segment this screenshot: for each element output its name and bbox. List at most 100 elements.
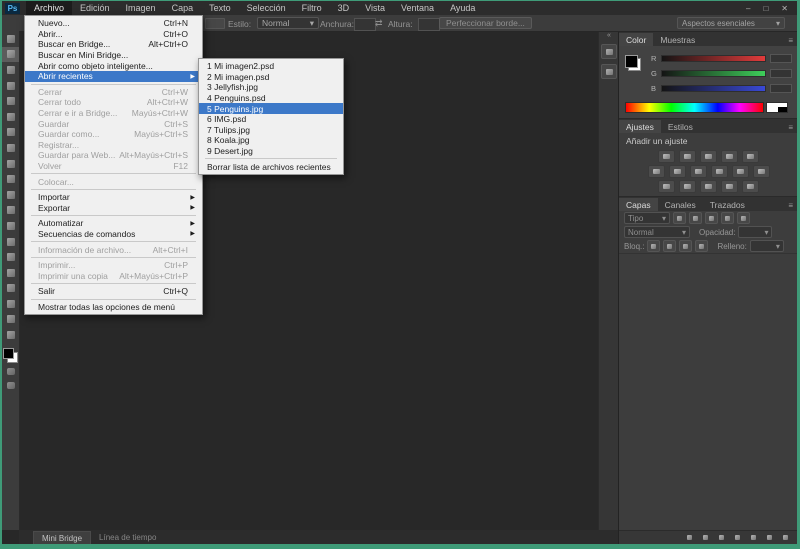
file-menu-item-buscar-en-mini-bridge[interactable]: Buscar en Mini Bridge... — [25, 50, 202, 61]
screen-mode-button[interactable] — [2, 379, 19, 393]
bottom-tab-mini-bridge[interactable]: Mini Bridge — [33, 530, 92, 544]
layer-mask-button[interactable] — [716, 533, 726, 542]
delete-layer-button[interactable] — [780, 533, 790, 542]
refine-edge-button[interactable]: Perfeccionar borde... — [439, 17, 532, 29]
file-menu-item-abrir[interactable]: Abrir... Ctrl+O — [25, 29, 202, 40]
file-menu-item-cerrar-todo[interactable]: Cerrar todo Alt+Ctrl+W — [25, 97, 202, 108]
file-menu-item-información-de-archivo[interactable]: Información de archivo... Alt+Ctrl+I — [25, 244, 202, 255]
workspace-switcher[interactable]: Aspectos esenciales ▾ — [677, 17, 785, 29]
file-menu-item-abrir-como-objeto-inteligente[interactable]: Abrir como objeto inteligente... — [25, 60, 202, 71]
properties-panel-button[interactable] — [601, 44, 617, 59]
layer-effects-button[interactable] — [700, 533, 710, 542]
shape-tool[interactable] — [2, 296, 19, 312]
layers-list-empty[interactable] — [619, 253, 797, 530]
channel-slider-r[interactable] — [661, 55, 766, 62]
selective-color-adjustment-button[interactable] — [742, 180, 759, 193]
eraser-tool[interactable] — [2, 187, 19, 203]
menubar-item-filtro[interactable]: Filtro — [294, 1, 330, 15]
pen-tool[interactable] — [2, 249, 19, 265]
recent-file-item-9[interactable]: 9 Desert.jpg — [199, 146, 343, 157]
new-layer-button[interactable] — [764, 533, 774, 542]
file-menu-item-cerrar-e-ir-a-bridge[interactable]: Cerrar e ir a Bridge... Mayús+Ctrl+W — [25, 108, 202, 119]
file-menu-item-guardar-como[interactable]: Guardar como... Mayús+Ctrl+S — [25, 129, 202, 140]
file-menu-item-secuencias-de-comandos[interactable]: Secuencias de comandos ▶ — [25, 229, 202, 240]
file-menu-item-guardar[interactable]: Guardar Ctrl+S — [25, 118, 202, 129]
type-tool[interactable] — [2, 265, 19, 281]
file-menu-item-guardar-para-web[interactable]: Guardar para Web... Alt+Mayús+Ctrl+S — [25, 150, 202, 161]
menubar-item-capa[interactable]: Capa — [164, 1, 202, 15]
recent-file-item-3[interactable]: 3 Jellyfish.jpg — [199, 82, 343, 93]
file-menu-item-salir[interactable]: Salir Ctrl+Q — [25, 286, 202, 297]
file-menu-item-mostrar-todas-las-opciones-de-menú[interactable]: Mostrar todas las opciones de menú — [25, 302, 202, 313]
foreground-color-swatch[interactable] — [625, 55, 638, 68]
layers-tab-canales[interactable]: Canales — [657, 198, 703, 211]
file-menu-item-buscar-en-bridge[interactable]: Buscar en Bridge... Alt+Ctrl+O — [25, 39, 202, 50]
clone-stamp-tool[interactable] — [2, 156, 19, 172]
lock-transparent-button[interactable] — [647, 240, 661, 252]
photo-filter-adjustment-button[interactable] — [710, 165, 728, 178]
channel-mixer-adjustment-button[interactable] — [731, 165, 749, 178]
brush-tool[interactable] — [2, 140, 19, 156]
history-panel-button[interactable] — [601, 64, 617, 79]
panel-menu-icon[interactable]: ≡ — [788, 123, 797, 133]
pixel-filter-button[interactable] — [673, 212, 686, 224]
hand-tool[interactable] — [2, 312, 19, 328]
dodge-tool[interactable] — [2, 234, 19, 250]
menubar-item-3d[interactable]: 3D — [330, 1, 358, 15]
recent-file-item-4[interactable]: 4 Penguins.psd — [199, 93, 343, 104]
file-menu-item-imprimir[interactable]: Imprimir... Ctrl+P — [25, 260, 202, 271]
brightness-contrast-adjustment-button[interactable] — [658, 150, 675, 163]
file-menu-item-colocar[interactable]: Colocar... — [25, 176, 202, 187]
file-menu-item-volver[interactable]: Volver F12 — [25, 161, 202, 172]
lock-all-button[interactable] — [695, 240, 709, 252]
recent-file-item-8[interactable]: 8 Koala.jpg — [199, 135, 343, 146]
file-menu-item-exportar[interactable]: Exportar ▶ — [25, 203, 202, 214]
file-menu-item-registrar[interactable]: Registrar... — [25, 140, 202, 151]
lock-position-button[interactable] — [679, 240, 693, 252]
color-tab-color[interactable]: Color — [619, 33, 654, 46]
gradient-tool[interactable] — [2, 203, 19, 219]
history-brush-tool[interactable] — [2, 171, 19, 187]
recent-file-item-2[interactable]: 2 Mi imagen.psd — [199, 72, 343, 83]
channel-slider-b[interactable] — [661, 85, 766, 92]
black-white-adjustment-button[interactable] — [689, 165, 707, 178]
adjustments-tab-estilos[interactable]: Estilos — [660, 120, 700, 133]
color-lookup-adjustment-button[interactable] — [752, 165, 770, 178]
shape-filter-button[interactable] — [721, 212, 734, 224]
color-balance-adjustment-button[interactable] — [668, 165, 686, 178]
tool-preset-icon[interactable] — [205, 18, 225, 29]
black-white-patch[interactable] — [766, 102, 788, 113]
width-input[interactable] — [354, 18, 376, 31]
rectangular-marquee-tool[interactable] — [2, 46, 19, 63]
quick-mask-mode-button[interactable] — [2, 365, 19, 379]
blend-mode-dropdown[interactable]: Normal ▾ — [624, 226, 690, 238]
adjustments-tab-ajustes[interactable]: Ajustes — [619, 120, 661, 133]
adjustment-layer-button[interactable] — [732, 533, 742, 542]
adjustment-filter-button[interactable] — [689, 212, 702, 224]
fill-field[interactable]: ▾ — [749, 240, 784, 252]
lock-pixels-button[interactable] — [663, 240, 677, 252]
layer-group-button[interactable] — [748, 533, 758, 542]
menubar-item-ayuda[interactable]: Ayuda — [442, 1, 483, 15]
file-menu-item-cerrar[interactable]: Cerrar Ctrl+W — [25, 87, 202, 98]
posterize-adjustment-button[interactable] — [679, 180, 696, 193]
file-menu-item-importar[interactable]: Importar ▶ — [25, 192, 202, 203]
file-menu-item-imprimir-una-copia[interactable]: Imprimir una copia Alt+Mayús+Ctrl+P — [25, 270, 202, 281]
levels-adjustment-button[interactable] — [679, 150, 696, 163]
smart-object-filter-button[interactable] — [737, 212, 750, 224]
height-input[interactable] — [418, 18, 440, 31]
menubar-item-ventana[interactable]: Ventana — [393, 1, 442, 15]
clear-recent-files-item[interactable]: Borrar lista de archivos recientes — [199, 161, 343, 172]
color-tab-muestras[interactable]: Muestras — [653, 33, 703, 46]
restore-button[interactable]: □ — [763, 4, 768, 13]
panel-menu-icon[interactable]: ≡ — [788, 201, 797, 211]
bottom-tab-línea-de-tiempo[interactable]: Línea de tiempo — [91, 531, 164, 543]
file-menu-item-automatizar[interactable]: Automatizar ▶ — [25, 218, 202, 229]
recent-file-item-5[interactable]: 5 Penguins.jpg — [199, 103, 343, 114]
recent-file-item-6[interactable]: 6 IMG.psd — [199, 114, 343, 125]
layers-tab-trazados[interactable]: Trazados — [702, 198, 752, 211]
layers-tab-capas[interactable]: Capas — [619, 198, 658, 211]
path-selection-tool[interactable] — [2, 281, 19, 297]
type-filter-button[interactable] — [705, 212, 718, 224]
vibrance-adjustment-button[interactable] — [742, 150, 759, 163]
